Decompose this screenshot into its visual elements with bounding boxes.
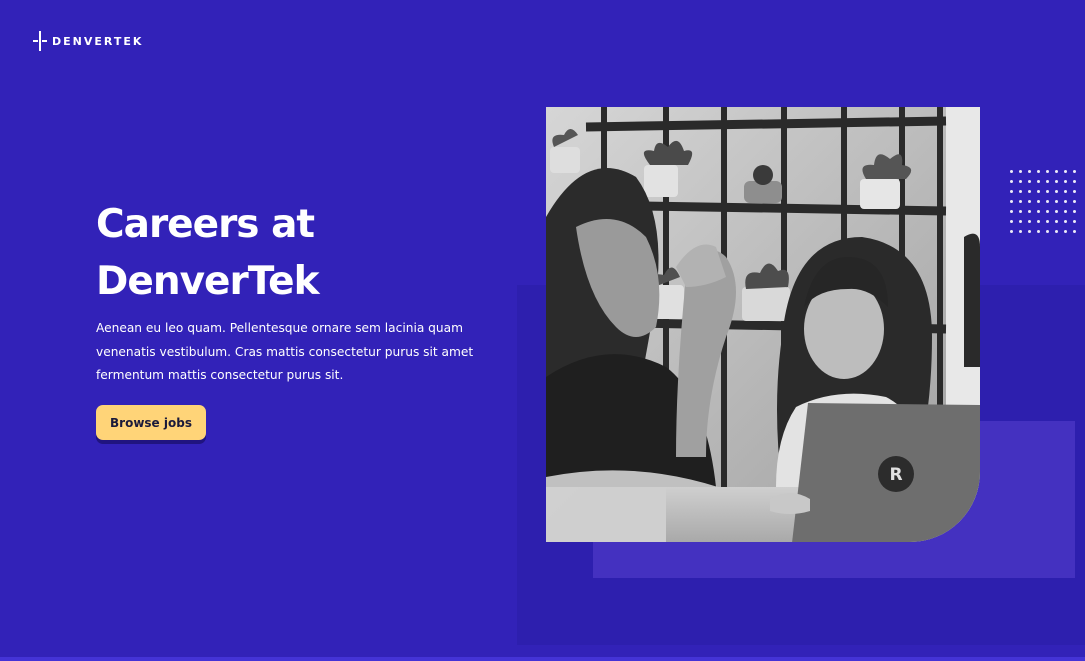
dot xyxy=(1073,210,1076,213)
dot xyxy=(1046,210,1049,213)
dot xyxy=(1010,220,1013,223)
dot xyxy=(1028,210,1031,213)
dot xyxy=(1064,220,1067,223)
dot xyxy=(1055,180,1058,183)
dot xyxy=(1019,220,1022,223)
dot xyxy=(1028,200,1031,203)
dot xyxy=(1037,230,1040,233)
dot xyxy=(1055,200,1058,203)
dot xyxy=(1046,230,1049,233)
dot xyxy=(1073,170,1076,173)
dot xyxy=(1046,190,1049,193)
brand-logo[interactable]: DENVERTEK xyxy=(33,31,143,51)
brand-name: DENVERTEK xyxy=(52,34,144,48)
dot xyxy=(1028,180,1031,183)
dot xyxy=(1055,170,1058,173)
dot xyxy=(1064,230,1067,233)
dot-grid-decoration xyxy=(1010,170,1078,236)
dot xyxy=(1010,210,1013,213)
dot xyxy=(1037,170,1040,173)
dot xyxy=(1055,220,1058,223)
dot xyxy=(1028,170,1031,173)
dot xyxy=(1064,210,1067,213)
dot xyxy=(1046,170,1049,173)
dot xyxy=(1055,190,1058,193)
dot xyxy=(1019,170,1022,173)
laptop-logo-text: R xyxy=(889,465,902,485)
dot xyxy=(1037,190,1040,193)
browse-jobs-button[interactable]: Browse jobs xyxy=(96,405,206,440)
hero-photo: R xyxy=(546,107,980,542)
dot xyxy=(1046,180,1049,183)
title-line-1: Careers at xyxy=(96,202,315,247)
dot xyxy=(1010,170,1013,173)
dot xyxy=(1055,210,1058,213)
dot xyxy=(1037,200,1040,203)
dot xyxy=(1064,190,1067,193)
hero-description: Aenean eu leo quam. Pellentesque ornare … xyxy=(96,321,474,382)
dot xyxy=(1019,190,1022,193)
office-scene-illustration: R xyxy=(546,107,980,542)
crosshair-logo-icon xyxy=(33,31,47,51)
dot xyxy=(1019,210,1022,213)
dot xyxy=(1055,230,1058,233)
dot xyxy=(1019,180,1022,183)
dot xyxy=(1064,200,1067,203)
dot xyxy=(1010,200,1013,203)
bottom-edge-strip xyxy=(0,657,1085,661)
dot xyxy=(1037,180,1040,183)
dot xyxy=(1073,230,1076,233)
dot xyxy=(1073,180,1076,183)
dot xyxy=(1019,200,1022,203)
page-title: Careers at DenverTek xyxy=(96,196,456,310)
dot xyxy=(1037,220,1040,223)
dot xyxy=(1010,180,1013,183)
dot xyxy=(1019,230,1022,233)
dot xyxy=(1064,180,1067,183)
dot xyxy=(1037,210,1040,213)
dot xyxy=(1064,170,1067,173)
dot xyxy=(1028,190,1031,193)
dot xyxy=(1010,230,1013,233)
careers-hero-page: DENVERTEK Careers at DenverTek Aenean eu… xyxy=(0,0,1085,661)
dot xyxy=(1046,220,1049,223)
dot xyxy=(1046,200,1049,203)
dot xyxy=(1010,190,1013,193)
dot xyxy=(1073,200,1076,203)
dot xyxy=(1028,220,1031,223)
title-line-2: DenverTek xyxy=(96,259,320,304)
dot xyxy=(1073,190,1076,193)
dot xyxy=(1028,230,1031,233)
dot xyxy=(1073,220,1076,223)
